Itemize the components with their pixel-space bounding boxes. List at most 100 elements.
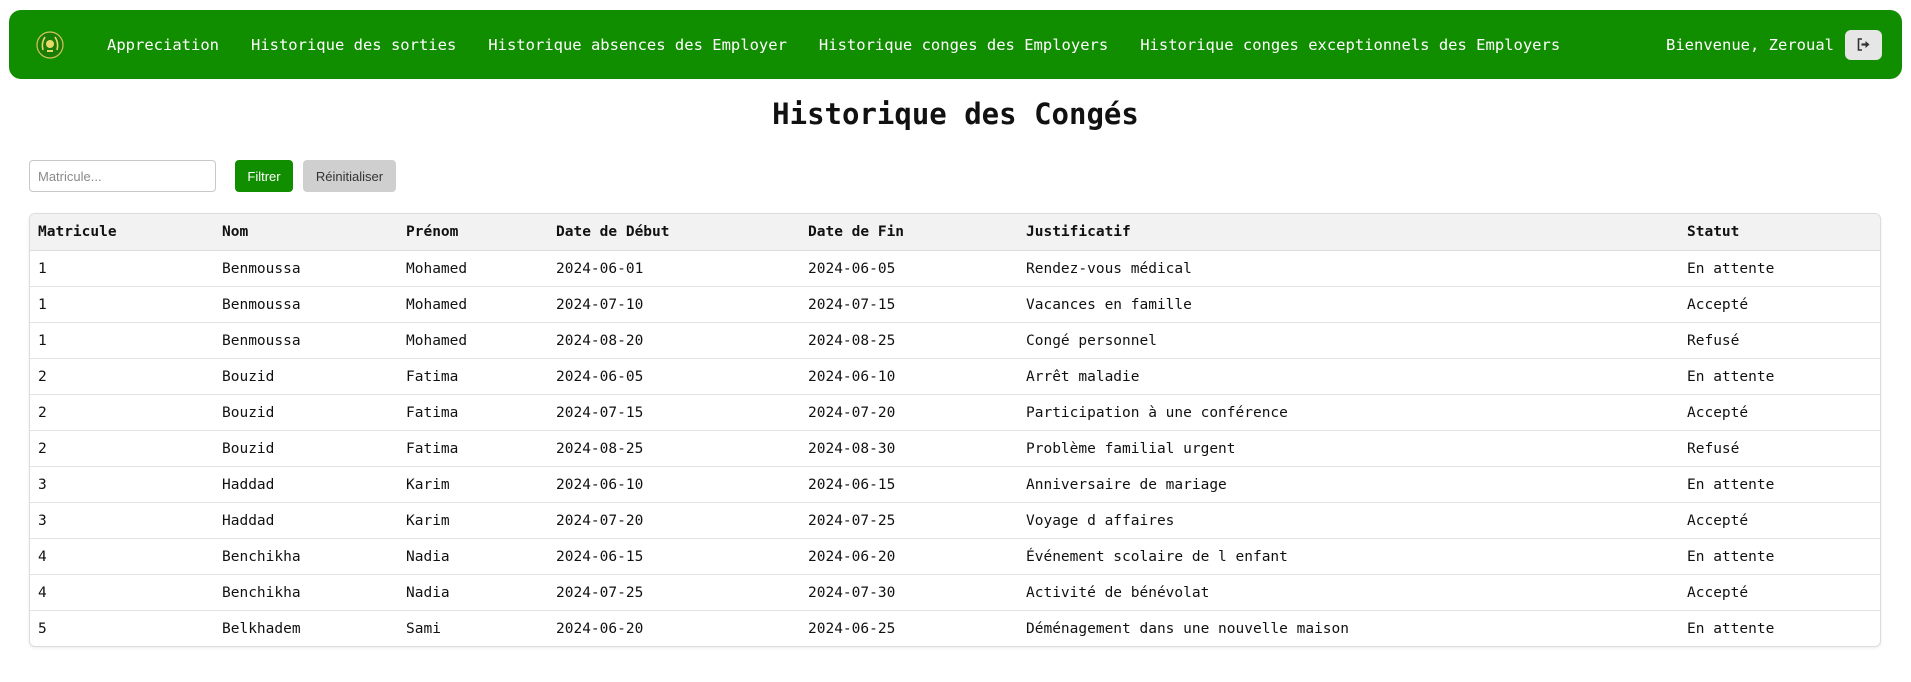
nav-links: Appreciation Historique des sorties Hist…: [107, 10, 1592, 79]
column-header-date-fin[interactable]: Date de Fin: [800, 214, 1018, 251]
date-debut-cell: 2024-07-15: [548, 394, 800, 431]
date-debut-cell: 2024-06-10: [548, 466, 800, 503]
justificatif-cell: Rendez-vous médical: [1018, 250, 1679, 287]
nav-link-appreciation[interactable]: Appreciation: [107, 36, 219, 54]
prenom-cell: Sami: [406, 620, 441, 637]
nom-cell: Benchikha: [214, 574, 398, 611]
statut-cell: En attente: [1679, 250, 1880, 287]
statut-cell: Accepté: [1679, 286, 1880, 323]
column-header-prenom[interactable]: Prénom: [398, 214, 548, 251]
date-debut-cell: 2024-07-25: [548, 574, 800, 611]
table-row[interactable]: 2 Bouzid Fatima 2024-07-15 2024-07-20 Partici…: [30, 394, 1880, 431]
welcome-text: Bienvenue, Zeroual: [1666, 35, 1834, 54]
column-header-matricule[interactable]: Matricule: [30, 214, 214, 251]
statut-cell: Accepté: [1679, 502, 1880, 539]
nav-link-historique-conges[interactable]: Historique conges des Employers: [819, 36, 1108, 54]
statut-cell: En attente: [1679, 538, 1880, 575]
prenom-cell: Fatima: [398, 358, 548, 395]
date-fin-cell: 2024-08-30: [800, 430, 1018, 467]
date-fin-cell: 2024-06-20: [800, 538, 1018, 575]
date-debut-cell: 2024-06-05: [548, 358, 800, 395]
matricule-cell: 1: [30, 322, 214, 359]
statut-cell: En attente: [1679, 466, 1880, 503]
sign-out-icon: [1857, 36, 1871, 55]
nom-cell: Benchikha: [214, 538, 398, 575]
matricule-cell: 3: [30, 466, 214, 503]
date-fin-cell: 2024-06-10: [800, 358, 1018, 395]
nom-cell: Belkhadem: [222, 620, 301, 637]
date-fin-cell: 2024-07-15: [800, 286, 1018, 323]
prenom-cell: Nadia: [398, 574, 548, 611]
table-row[interactable]: 1 Benmoussa Mohamed 2024-07-10 2024-07-15 Vac…: [30, 286, 1880, 323]
date-debut-cell: 2024-07-20: [548, 502, 800, 539]
matricule-cell: 5: [38, 620, 47, 637]
matricule-cell: 3: [30, 502, 214, 539]
nav-link-historique-conges-exceptionnels[interactable]: Historique conges exceptionnels des Empl…: [1140, 36, 1560, 54]
prenom-cell: Mohamed: [398, 250, 548, 287]
reset-button[interactable]: Réinitialiser: [303, 160, 396, 192]
prenom-cell: Nadia: [398, 538, 548, 575]
logout-button[interactable]: [1845, 30, 1882, 60]
table-row[interactable]: 3 Haddad Karim 2024-06-10 2024-06-15 Annivers…: [30, 466, 1880, 503]
table-row[interactable]: 5 Belkhadem Sami 2024-06-20 2024-06-25 Déména…: [30, 611, 1880, 647]
table-row[interactable]: 4 Benchikha Nadia 2024-06-15 2024-06-20 Événe…: [30, 538, 1880, 575]
prenom-cell: Karim: [398, 466, 548, 503]
column-header-justificatif[interactable]: Justificatif: [1018, 214, 1679, 251]
date-fin-cell: 2024-07-25: [800, 502, 1018, 539]
statut-cell: En attente: [1687, 620, 1775, 637]
prenom-cell: Karim: [398, 502, 548, 539]
table-row[interactable]: 1 Benmoussa Mohamed 2024-06-01 2024-06-05 Ren…: [30, 250, 1880, 287]
date-fin-cell: 2024-07-20: [800, 394, 1018, 431]
justificatif-cell: Événement scolaire de l enfant: [1018, 538, 1679, 575]
emblem-icon[interactable]: [35, 30, 65, 60]
statut-cell: En attente: [1679, 358, 1880, 395]
date-debut-cell: 2024-06-20: [556, 620, 644, 637]
nom-cell: Benmoussa: [214, 250, 398, 287]
justificatif-cell: Participation à une conférence: [1018, 394, 1679, 431]
prenom-cell: Fatima: [398, 394, 548, 431]
date-fin-cell: 2024-06-05: [800, 250, 1018, 287]
nom-cell: Benmoussa: [214, 322, 398, 359]
date-fin-cell: 2024-08-25: [800, 322, 1018, 359]
conges-table: Matricule Nom Prénom Date de Début Date …: [30, 214, 1880, 646]
table-header-row: Matricule Nom Prénom Date de Début Date …: [30, 214, 1880, 251]
justificatif-cell: Activité de bénévolat: [1018, 574, 1679, 611]
statut-cell: Refusé: [1679, 430, 1880, 467]
date-fin-cell: 2024-06-25: [808, 620, 896, 637]
page-title: Historique des Congés: [772, 97, 1139, 131]
justificatif-cell: Problème familial urgent: [1018, 430, 1679, 467]
column-header-nom[interactable]: Nom: [214, 214, 398, 251]
table-row[interactable]: 3 Haddad Karim 2024-07-20 2024-07-25 Voyage d…: [30, 502, 1880, 539]
nav-link-historique-sorties[interactable]: Historique des sorties: [251, 36, 456, 54]
justificatif-cell: Congé personnel: [1018, 322, 1679, 359]
date-debut-cell: 2024-08-25: [548, 430, 800, 467]
date-fin-cell: 2024-07-30: [800, 574, 1018, 611]
justificatif-cell: Voyage d affaires: [1018, 502, 1679, 539]
table-row[interactable]: 1 Benmoussa Mohamed 2024-08-20 2024-08-25 Con…: [30, 322, 1880, 359]
nom-cell: Haddad: [214, 466, 398, 503]
date-debut-cell: 2024-06-01: [548, 250, 800, 287]
conges-table-container: Matricule Nom Prénom Date de Début Date …: [29, 213, 1881, 647]
table-row[interactable]: 4 Benchikha Nadia 2024-07-25 2024-07-30 Activ…: [30, 574, 1880, 611]
filter-button[interactable]: Filtrer: [235, 160, 293, 192]
matricule-cell: 4: [30, 574, 214, 611]
justificatif-cell: Anniversaire de mariage: [1018, 466, 1679, 503]
matricule-cell: 1: [30, 286, 214, 323]
filter-bar: Filtrer Réinitialiser: [29, 160, 396, 192]
column-header-statut[interactable]: Statut: [1679, 214, 1880, 251]
justificatif-cell: Déménagement dans une nouvelle maison: [1026, 620, 1350, 637]
date-fin-cell: 2024-06-15: [800, 466, 1018, 503]
nom-cell: Benmoussa: [214, 286, 398, 323]
prenom-cell: Fatima: [398, 430, 548, 467]
nom-cell: Bouzid: [214, 358, 398, 395]
date-debut-cell: 2024-08-20: [548, 322, 800, 359]
nom-cell: Haddad: [214, 502, 398, 539]
statut-cell: Accepté: [1679, 574, 1880, 611]
nav-link-historique-absences[interactable]: Historique absences des Employer: [488, 36, 787, 54]
prenom-cell: Mohamed: [398, 286, 548, 323]
table-row[interactable]: 2 Bouzid Fatima 2024-06-05 2024-06-10 Arrêt m…: [30, 358, 1880, 395]
matricule-search-input[interactable]: [29, 160, 216, 192]
table-row[interactable]: 2 Bouzid Fatima 2024-08-25 2024-08-30 Problèm…: [30, 430, 1880, 467]
column-header-date-debut[interactable]: Date de Début: [548, 214, 800, 251]
justificatif-cell: Vacances en famille: [1018, 286, 1679, 323]
